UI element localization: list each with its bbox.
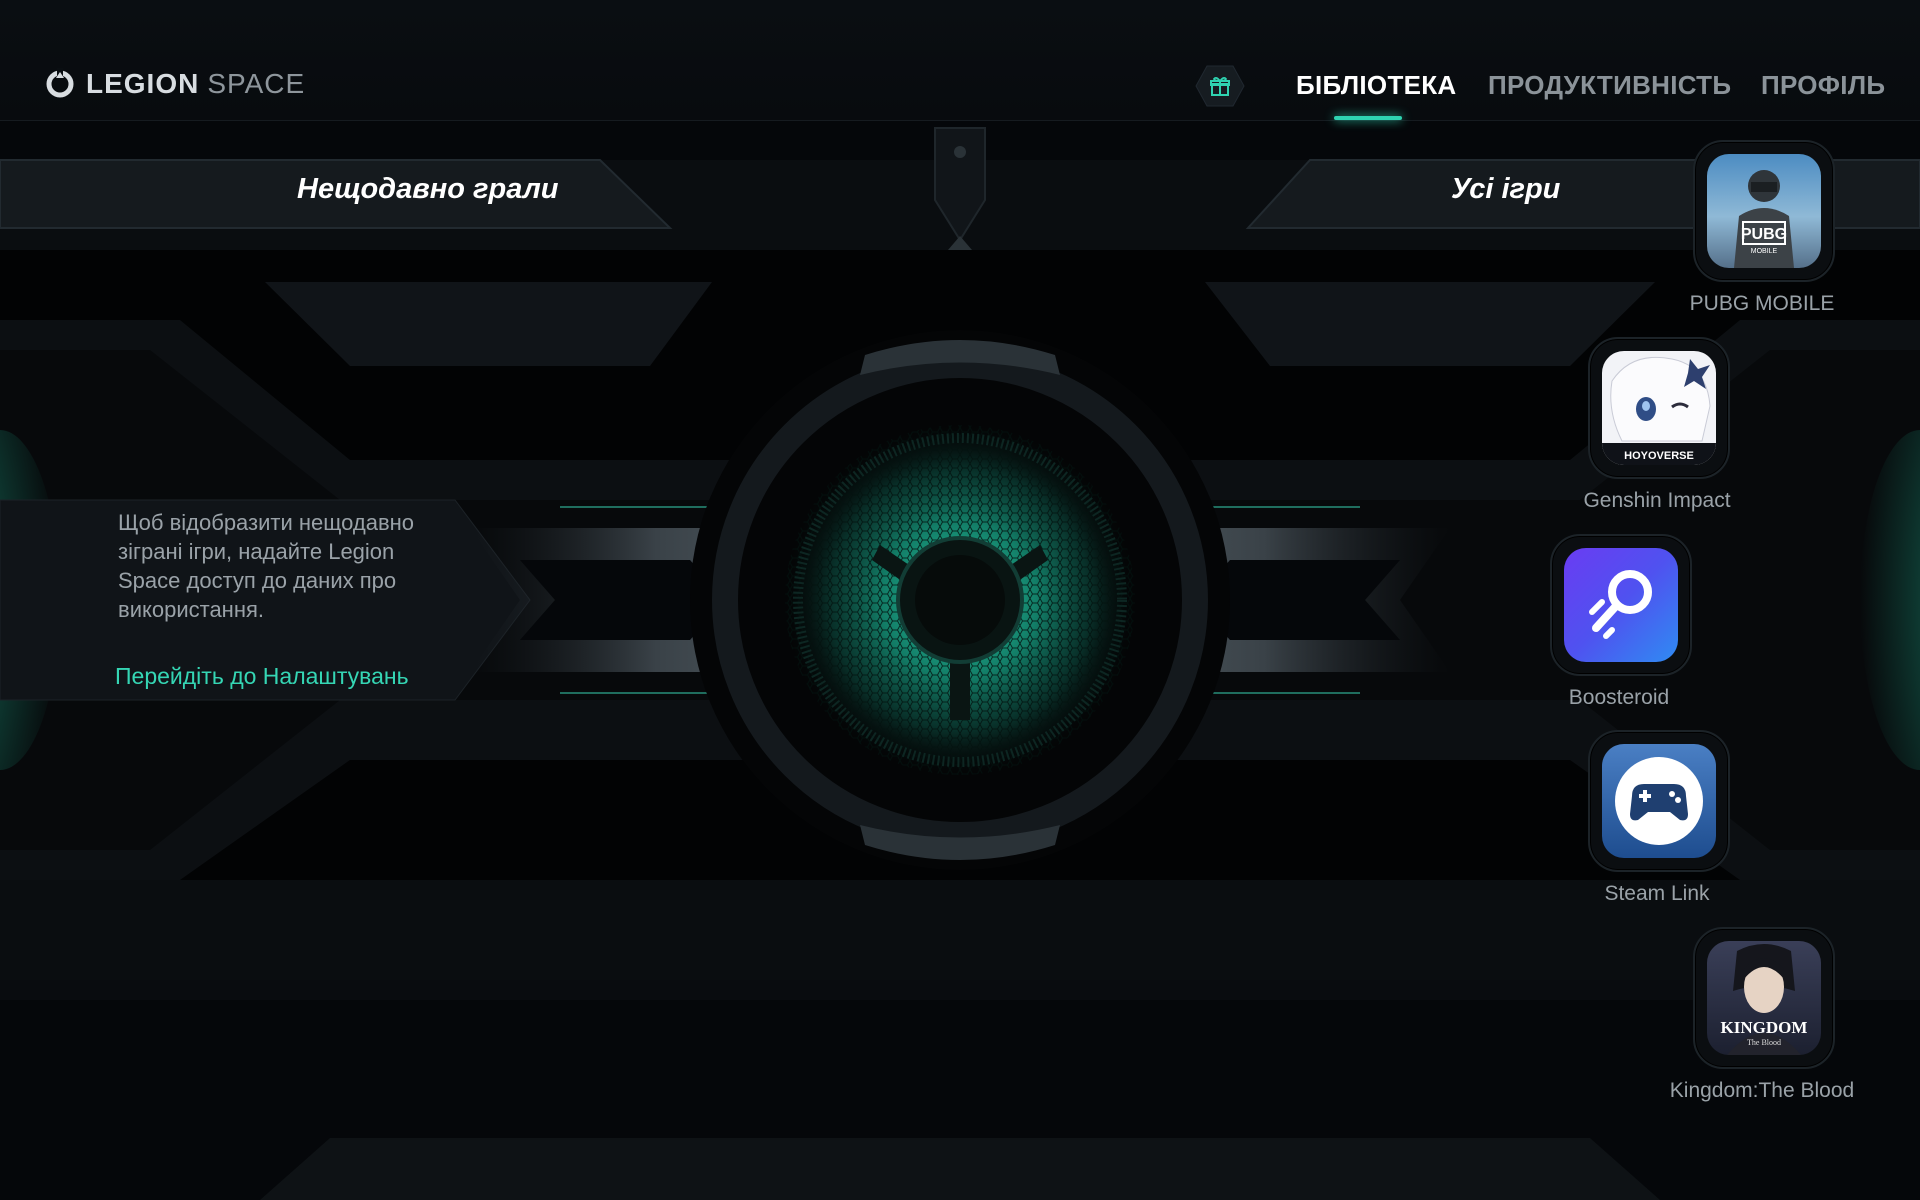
genshin-impact-icon: HOYOVERSE (1602, 351, 1716, 465)
tab-library[interactable]: БІБЛІОТЕКА (1296, 70, 1457, 101)
legion-space-logo: LEGION SPACE (44, 68, 305, 100)
go-to-settings-link[interactable]: Перейдіть до Налаштувань (115, 663, 409, 690)
active-tab-indicator (1334, 116, 1402, 120)
app-name-steam-link: Steam Link (1604, 882, 1710, 905)
app-name-kingdom-the-blood: Kingdom:The Blood (1669, 1079, 1855, 1102)
recently-played-title: Нещодавно грали (297, 173, 559, 205)
gift-button[interactable] (1194, 64, 1246, 108)
tab-profile[interactable]: ПРОФІЛЬ (1761, 70, 1885, 101)
app-name-pubg-mobile: PUBG MOBILE (1689, 292, 1835, 315)
steam-link-icon (1602, 744, 1716, 858)
top-bar: LEGION SPACE БІБЛІОТЕКА ПРОДУКТИВНІСТЬ П… (0, 0, 1920, 121)
pubg-mobile-icon: PUBG MOBILE (1707, 154, 1821, 268)
app-name-genshin-impact: Genshin Impact (1583, 489, 1731, 512)
recent-games-permission-hint: Щоб відобразити нещодавно зіграні ігри, … (118, 510, 415, 622)
boosteroid-icon (1564, 548, 1678, 662)
pubg-icon-text: PUBG (1741, 226, 1787, 243)
genshin-icon-text: HOYOVERSE (1624, 450, 1694, 462)
logo-text-legion: LEGION (86, 68, 200, 99)
kingdom-icon-subtext: The Blood (1747, 1038, 1781, 1047)
tab-productivity[interactable]: ПРОДУКТИВНІСТЬ (1488, 70, 1731, 101)
kingdom-the-blood-icon: KINGDOM The Blood (1707, 941, 1821, 1055)
all-games-title: Усі ігри (1451, 173, 1561, 205)
kingdom-icon-text: KINGDOM (1721, 1018, 1808, 1037)
pubg-icon-subtext: MOBILE (1751, 248, 1778, 255)
logo-text-space: SPACE (207, 68, 306, 99)
app-name-boosteroid: Boosteroid (1568, 686, 1670, 709)
legion-logo-icon (46, 68, 74, 98)
gift-icon (1210, 76, 1230, 96)
